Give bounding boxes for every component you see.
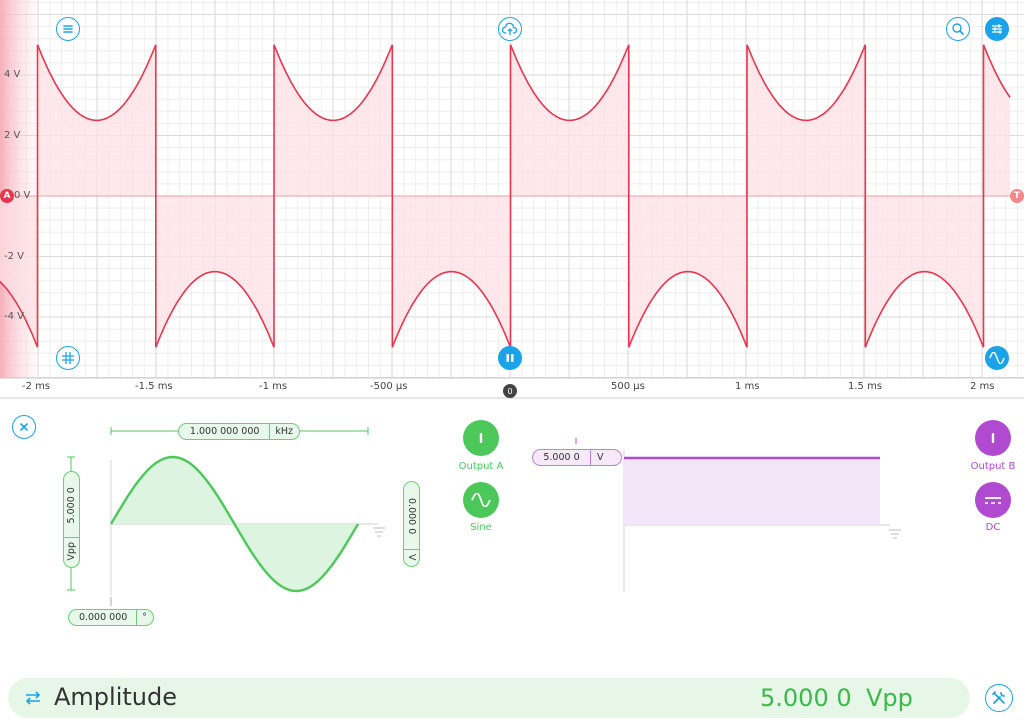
- dc-icon: [985, 497, 1001, 504]
- output-b-toggle[interactable]: [975, 420, 1011, 456]
- grid-toggle-button[interactable]: [56, 346, 80, 370]
- x-tick-label: -1 ms: [259, 381, 288, 392]
- zoom-icon: [952, 23, 965, 36]
- zoom-button[interactable]: [946, 17, 970, 41]
- scope-canvas[interactable]: [0, 0, 1024, 400]
- x-tick-label: 1 ms: [735, 381, 760, 392]
- oscilloscope-plot[interactable]: 4 V 2 V 0 V -2 V -4 V A T -2 ms -1.5 ms …: [0, 0, 1024, 400]
- y-tick-label: -2 V: [4, 251, 24, 262]
- phase-unit: °: [142, 612, 147, 623]
- amplitude-field[interactable]: 5.000 0 Vpp: [63, 471, 80, 568]
- power-icon: [479, 433, 483, 443]
- y-tick-label: 0 V: [14, 190, 31, 201]
- channel-a-marker[interactable]: A: [0, 189, 14, 203]
- power-icon: [991, 433, 995, 443]
- parameter-unit: Vpp: [866, 684, 913, 712]
- menu-icon: [63, 25, 73, 33]
- offset-unit: V: [406, 553, 417, 561]
- dc-voltage-value: 5.000 0: [543, 452, 580, 463]
- frequency-unit: kHz: [275, 426, 293, 437]
- phase-field[interactable]: 0.000 000 °: [68, 609, 154, 626]
- trigger-level-marker[interactable]: T: [1010, 189, 1024, 203]
- dc-voltage-unit: V: [597, 452, 604, 463]
- sine-wave-icon: [989, 352, 1005, 364]
- pause-button[interactable]: [498, 346, 522, 370]
- sine-wave-icon: [471, 493, 491, 507]
- time-zero-marker[interactable]: 0: [503, 384, 517, 398]
- cloud-upload-icon: [502, 22, 518, 35]
- y-tick-label: -4 V: [4, 311, 24, 322]
- pause-icon: [506, 354, 514, 362]
- frequency-value: 1.000 000 000: [189, 426, 260, 437]
- parameter-value[interactable]: 5.000 0: [760, 684, 852, 712]
- tools-icon: [992, 691, 1005, 704]
- offset-field[interactable]: 0.000 0 V: [403, 481, 420, 567]
- dc-voltage-field[interactable]: 5.000 0 V: [532, 449, 622, 466]
- settings-button[interactable]: [985, 17, 1009, 41]
- output-a-preview: [67, 427, 385, 606]
- output-a-label: Output A: [458, 461, 504, 472]
- waveform-button[interactable]: [985, 346, 1009, 370]
- waveform-label: Sine: [470, 522, 492, 533]
- x-tick-label: -1.5 ms: [135, 381, 173, 392]
- output-a-toggle[interactable]: [463, 420, 499, 456]
- swap-icon[interactable]: [24, 690, 42, 706]
- waveform-sine-button[interactable]: [463, 482, 499, 518]
- close-icon: [20, 423, 28, 431]
- x-tick-label: -2 ms: [22, 381, 51, 392]
- waveform-dc-label: DC: [985, 522, 1001, 533]
- parameter-name: Amplitude: [54, 683, 177, 711]
- waveform-dc-button[interactable]: [975, 482, 1011, 518]
- tools-button[interactable]: [985, 684, 1013, 712]
- menu-button[interactable]: [56, 17, 80, 41]
- x-tick-label: 1.5 ms: [848, 381, 883, 392]
- phase-value: 0.000 000: [78, 612, 128, 623]
- grid-icon: [62, 352, 74, 364]
- cloud-upload-button[interactable]: [498, 17, 522, 41]
- output-b-label: Output B: [970, 461, 1016, 472]
- x-tick-label: -500 µs: [370, 381, 408, 392]
- amplitude-unit: Vpp: [66, 542, 77, 561]
- x-tick-label: 500 µs: [611, 381, 645, 392]
- frequency-field[interactable]: 1.000 000 000 kHz: [178, 423, 300, 440]
- sliders-icon: [992, 24, 1002, 34]
- offset-value: 0.000 0: [406, 498, 417, 535]
- y-tick-label: 2 V: [4, 130, 21, 141]
- close-button[interactable]: [12, 415, 36, 439]
- amplitude-value: 5.000 0: [66, 487, 77, 524]
- parameter-bar[interactable]: Amplitude 5.000 0 Vpp: [8, 678, 970, 718]
- y-tick-label: 4 V: [4, 69, 21, 80]
- x-tick-label: 2 ms: [970, 381, 995, 392]
